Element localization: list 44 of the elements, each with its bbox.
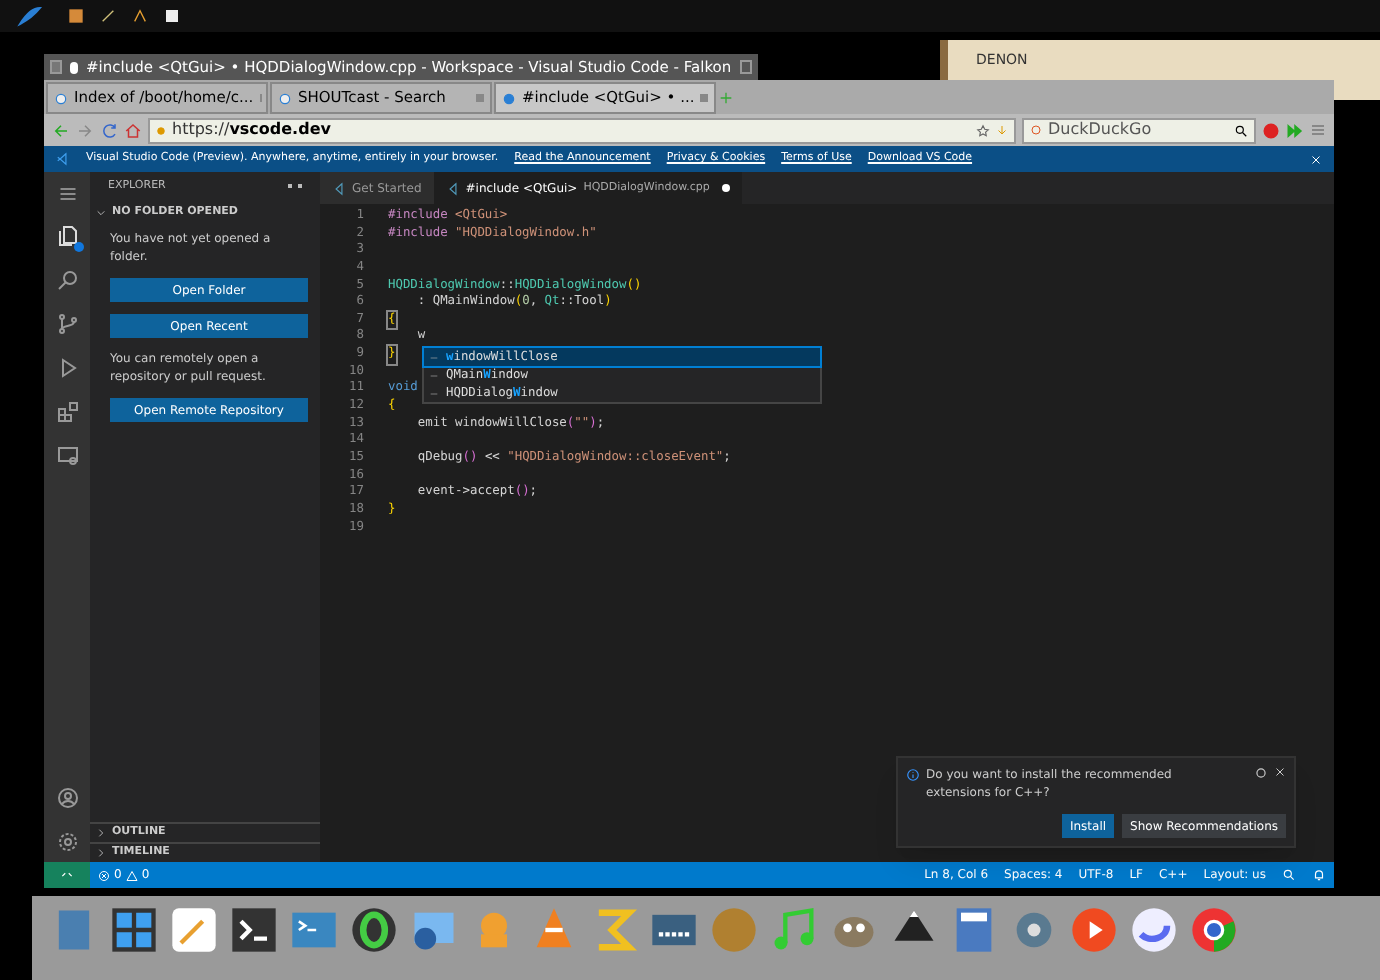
- vscode-logo-icon: [56, 152, 70, 166]
- chevron-icon: [96, 207, 106, 217]
- blocks-icon: [55, 400, 79, 424]
- address-field[interactable]: https://vscode.dev: [148, 117, 1016, 143]
- back-icon: [52, 121, 70, 139]
- vscode-logo-icon: [332, 181, 346, 195]
- window-menu-icon[interactable]: [50, 60, 62, 74]
- warning-icon: [125, 869, 138, 881]
- fast-forward-icon: [1286, 121, 1304, 139]
- remote-icon: [60, 868, 74, 882]
- play-icon[interactable]: [1068, 904, 1120, 956]
- arrow-icon: [996, 124, 1008, 136]
- page-icon: [502, 91, 516, 105]
- reload-icon: [100, 121, 118, 139]
- ring-icon[interactable]: [348, 904, 400, 956]
- zoom-icon[interactable]: [739, 60, 752, 74]
- star-icon: [976, 123, 990, 137]
- search-icon: [55, 268, 79, 292]
- home-icon: [124, 121, 142, 139]
- page-icon: [54, 91, 68, 105]
- grid-icon[interactable]: [108, 904, 160, 956]
- page-icon: [278, 91, 292, 105]
- lock-icon: [156, 125, 166, 135]
- files-icon: [55, 224, 79, 248]
- monitor-icon: [55, 444, 79, 468]
- account-icon: [55, 786, 79, 810]
- forward-icon: [76, 121, 94, 139]
- info-icon: [906, 768, 920, 782]
- search-engine-icon: [1030, 124, 1042, 136]
- search-field[interactable]: DuckDuckGo: [1022, 117, 1256, 143]
- branch-icon: [55, 312, 79, 336]
- new-tab-icon: [718, 90, 734, 106]
- menu-icon: [57, 184, 77, 204]
- feedback-icon: [1282, 868, 1296, 882]
- search-icon: [1234, 123, 1248, 137]
- search-input[interactable]: DuckDuckGo: [1048, 118, 1228, 142]
- adblock-icon: [1262, 121, 1280, 139]
- swirl-icon[interactable]: [1128, 904, 1180, 956]
- cpp-file-icon: [445, 181, 460, 195]
- bell-icon: [1312, 868, 1326, 882]
- menu-icon: [1310, 122, 1326, 138]
- terminal-icon[interactable]: [228, 904, 280, 956]
- browser-logo-icon[interactable]: [1188, 904, 1240, 956]
- error-icon: [98, 869, 110, 881]
